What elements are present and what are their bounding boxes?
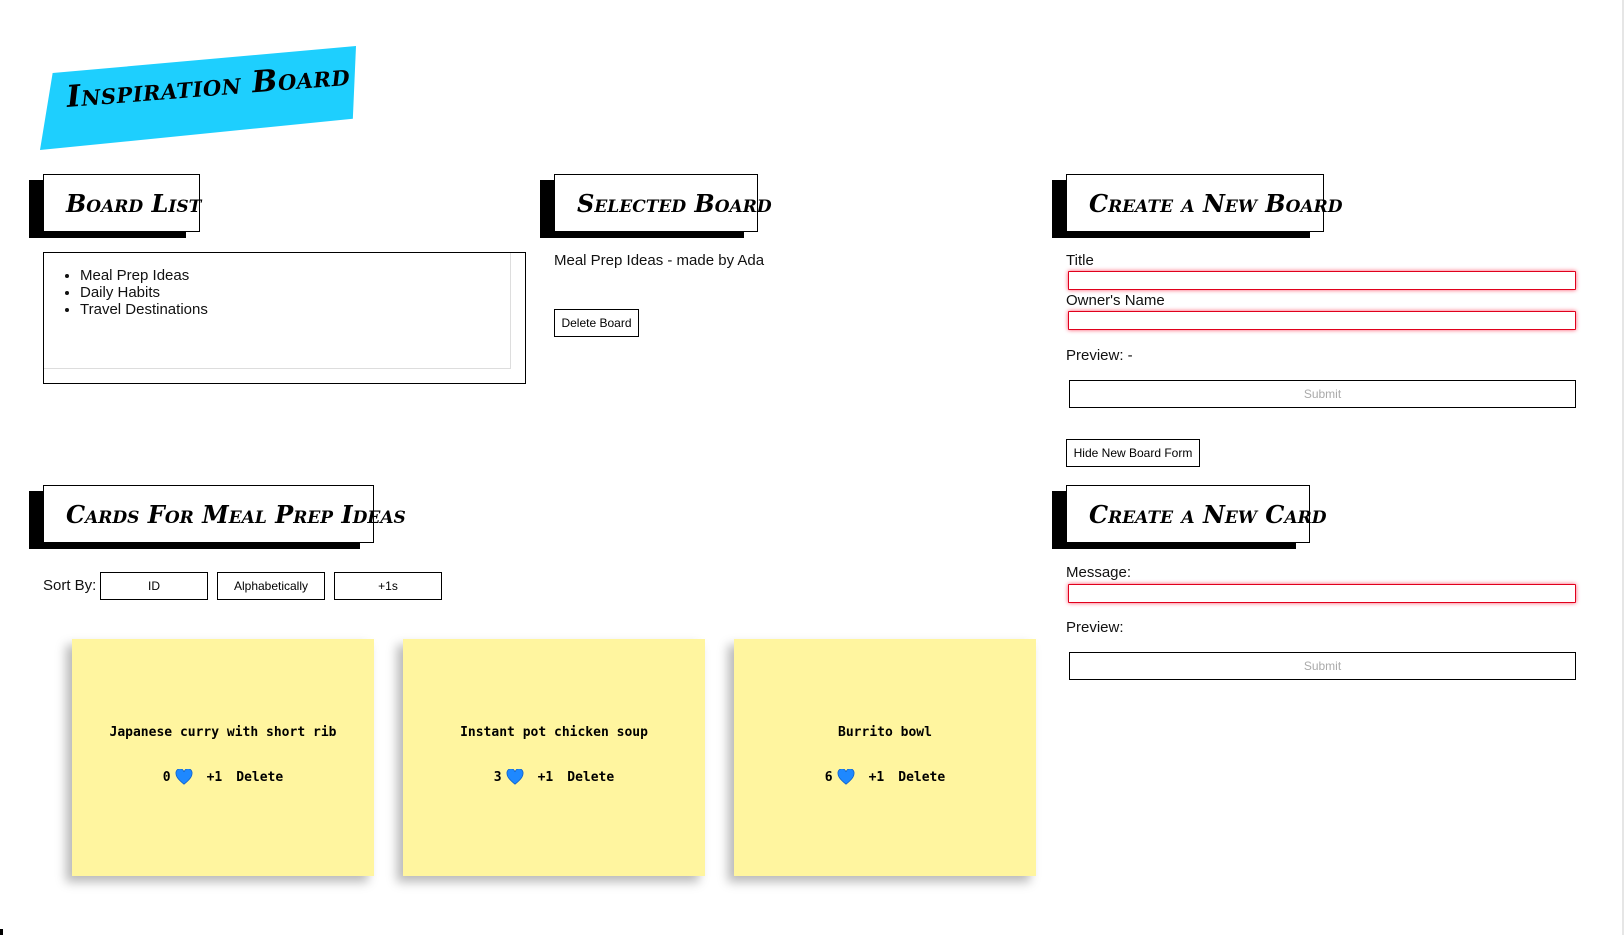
plus-one-button[interactable]: +1 <box>538 770 554 785</box>
card-preview: Preview: <box>1066 619 1124 636</box>
card-submit-button[interactable]: Submit <box>1069 652 1576 680</box>
card-message-input[interactable] <box>1068 584 1576 603</box>
corner-mark <box>0 929 3 935</box>
sort-by-id-button[interactable]: ID <box>100 572 208 600</box>
sort-alphabetically-button[interactable]: Alphabetically <box>217 572 325 600</box>
board-list: Meal Prep Ideas Daily Habits Travel Dest… <box>44 267 510 318</box>
board-preview: Preview: - <box>1066 347 1133 364</box>
like-count: 0 <box>163 769 193 785</box>
board-list-scroll-area[interactable]: Meal Prep Ideas Daily Habits Travel Dest… <box>44 253 511 369</box>
blue-heart-icon <box>175 769 193 785</box>
selected-board-summary: Meal Prep Ideas - made by Ada <box>554 252 765 269</box>
new-board-heading: Create a New Board <box>1089 188 1343 218</box>
card-controls: 0 +1 Delete <box>72 769 374 785</box>
card-message: Japanese curry with short rib <box>109 725 337 740</box>
blue-heart-icon <box>506 769 524 785</box>
like-count: 3 <box>494 769 524 785</box>
like-count-value: 3 <box>493 769 502 785</box>
card: Burrito bowl 6 +1 Delete <box>734 639 1036 876</box>
board-list-panel: Meal Prep Ideas Daily Habits Travel Dest… <box>43 252 526 384</box>
card-message: Burrito bowl <box>838 725 932 740</box>
sort-label: Sort By: <box>43 577 97 594</box>
board-title-input[interactable] <box>1068 271 1576 290</box>
board-list-item[interactable]: Travel Destinations <box>80 301 510 318</box>
new-board-heading-box: Create a New Board <box>1066 174 1342 232</box>
board-list-item[interactable]: Meal Prep Ideas <box>80 267 510 284</box>
delete-card-button[interactable]: Delete <box>567 770 614 785</box>
like-count: 6 <box>825 769 855 785</box>
new-card-heading-box: Create a New Card <box>1066 485 1326 543</box>
selected-board-heading: Selected Board <box>577 188 772 218</box>
board-title-label: Title <box>1066 252 1094 269</box>
plus-one-button[interactable]: +1 <box>869 770 885 785</box>
card-controls: 3 +1 Delete <box>403 769 705 785</box>
cards-heading: Cards For Meal Prep Ideas <box>66 499 406 529</box>
cards-heading-box: Cards For Meal Prep Ideas <box>43 485 406 543</box>
owner-name-label: Owner's Name <box>1066 292 1165 309</box>
card: Japanese curry with short rib 0 +1 Delet… <box>72 639 374 876</box>
delete-card-button[interactable]: Delete <box>236 770 283 785</box>
sort-by-likes-button[interactable]: +1s <box>334 572 442 600</box>
owner-name-input[interactable] <box>1068 311 1576 330</box>
plus-one-button[interactable]: +1 <box>207 770 223 785</box>
selected-board-heading-box: Selected Board <box>554 174 772 232</box>
board-submit-button[interactable]: Submit <box>1069 380 1576 408</box>
board-list-heading: Board List <box>66 188 202 218</box>
card-controls: 6 +1 Delete <box>734 769 1036 785</box>
board-list-item[interactable]: Daily Habits <box>80 284 510 301</box>
hide-board-form-button[interactable]: Hide New Board Form <box>1066 439 1200 467</box>
blue-heart-icon <box>837 769 855 785</box>
card-message-label: Message: <box>1066 564 1132 581</box>
delete-card-button[interactable]: Delete <box>898 770 945 785</box>
card: Instant pot chicken soup 3 +1 Delete <box>403 639 705 876</box>
like-count-value: 0 <box>162 769 171 785</box>
inspiration-board-app: Inspiration Board Board List Meal Prep I… <box>0 0 1624 935</box>
card-message: Instant pot chicken soup <box>460 725 648 740</box>
new-card-heading: Create a New Card <box>1089 499 1327 529</box>
delete-board-button[interactable]: Delete Board <box>554 309 639 337</box>
board-list-heading-box: Board List <box>43 174 202 232</box>
like-count-value: 6 <box>824 769 833 785</box>
